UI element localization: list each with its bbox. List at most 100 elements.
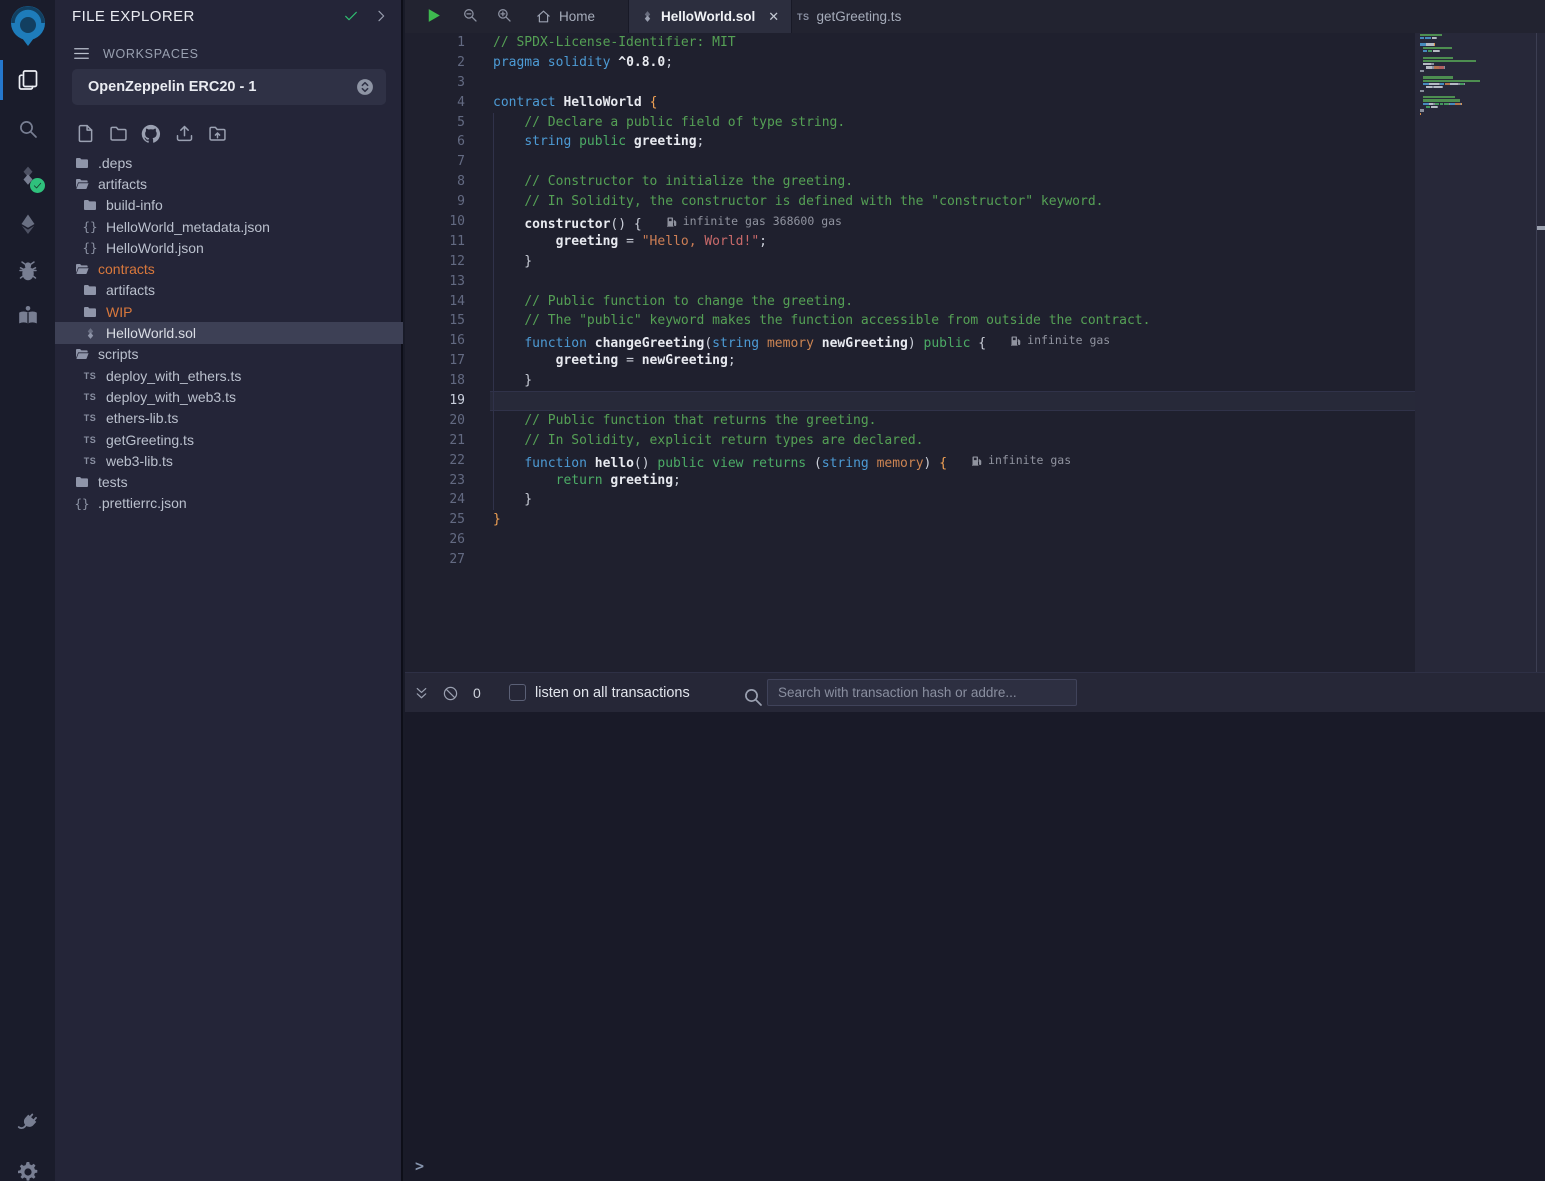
tree-item-.deps[interactable]: .deps xyxy=(55,152,403,173)
play-icon xyxy=(424,6,443,25)
code-line: } xyxy=(493,490,1413,510)
new-folder-button[interactable] xyxy=(105,122,131,145)
tree-item-build-info[interactable]: build-info xyxy=(55,195,403,216)
code-line xyxy=(493,391,1413,411)
folder-upload-icon xyxy=(207,123,228,144)
activity-item-file-explorer[interactable] xyxy=(0,58,55,102)
code-token: public xyxy=(924,336,971,351)
code-line: constructor() {infinite gas 368600 gas xyxy=(493,212,1413,232)
tree-item-ethers-lib.ts[interactable]: TSethers-lib.ts xyxy=(55,408,403,429)
editor-tab-bar: Home HelloWorld.sol✕TSgetGreeting.ts xyxy=(405,0,1545,33)
upload-folder-button[interactable] xyxy=(204,122,230,145)
workspaces-menu-icon[interactable] xyxy=(72,44,91,63)
activity-item-solidity-compiler[interactable] xyxy=(0,154,55,198)
tab-HelloWorld.sol[interactable]: HelloWorld.sol✕ xyxy=(628,0,792,33)
code-token xyxy=(493,313,524,328)
code-line: // SPDX-License-Identifier: MIT xyxy=(493,33,1413,53)
code-token: = xyxy=(618,353,641,368)
code-token xyxy=(493,433,524,448)
tab-getGreeting.ts[interactable]: TSgetGreeting.ts xyxy=(785,0,913,33)
workspace-select[interactable]: OpenZeppelin ERC20 - 1 xyxy=(72,69,386,105)
terminal-collapse-icon[interactable] xyxy=(413,685,430,702)
new-file-button[interactable] xyxy=(72,122,98,145)
tree-item-deploy_with_web3.ts[interactable]: TSdeploy_with_web3.ts xyxy=(55,386,403,407)
code-token xyxy=(493,336,524,351)
code-token: // Public function that returns the gree… xyxy=(524,413,876,428)
line-number: 14 xyxy=(405,292,465,312)
tree-item-contracts[interactable]: contracts xyxy=(55,258,403,279)
line-number: 27 xyxy=(405,550,465,570)
tree-item-getGreeting.ts[interactable]: TSgetGreeting.ts xyxy=(55,429,403,450)
code-token: "Hello, xyxy=(642,234,705,249)
code-token xyxy=(540,55,548,70)
activity-item-settings[interactable] xyxy=(0,1150,55,1181)
line-number: 24 xyxy=(405,490,465,510)
activity-item-solidity-unit-testing[interactable] xyxy=(0,294,55,338)
activity-item-deploy-and-run[interactable] xyxy=(0,202,55,246)
panel-collapse-chevron-icon[interactable] xyxy=(373,8,389,24)
line-number: 23 xyxy=(405,471,465,491)
run-script-button[interactable] xyxy=(424,6,443,25)
json-icon: {} xyxy=(72,496,92,511)
terminal-prompt[interactable]: > xyxy=(415,1157,424,1175)
solidity-file-icon xyxy=(641,10,654,23)
tree-item-.prettierrc.json[interactable]: {}.prettierrc.json xyxy=(55,493,403,514)
file-tree: .depsartifactsbuild-info{}HelloWorld_met… xyxy=(55,152,403,514)
tab-Home[interactable]: Home xyxy=(523,0,607,33)
zoom-in-button[interactable] xyxy=(495,6,513,24)
code-token: string xyxy=(822,456,869,471)
tree-item-label: tests xyxy=(98,474,128,490)
fuel-pump-icon xyxy=(971,455,983,467)
code-token: public xyxy=(579,134,626,149)
pending-tx-count: 0 xyxy=(473,685,481,701)
tree-item-tests[interactable]: tests xyxy=(55,471,403,492)
minimap[interactable] xyxy=(1420,33,1504,125)
workspace-sort-icon[interactable] xyxy=(355,77,375,97)
remix-logo-icon[interactable] xyxy=(4,2,51,49)
ts-icon: TS xyxy=(80,392,100,402)
scrollbar-track xyxy=(1536,33,1537,672)
line-number: 19 xyxy=(405,391,465,411)
folder-open-icon xyxy=(72,346,92,362)
gas-estimate-text: infinite gas xyxy=(1027,331,1110,351)
activity-item-plugin-manager[interactable] xyxy=(0,1101,55,1145)
line-number: 12 xyxy=(405,252,465,272)
clone-git-repository-button[interactable] xyxy=(138,122,164,145)
tab-close-icon[interactable]: ✕ xyxy=(768,9,779,25)
tree-item-artifacts[interactable]: artifacts xyxy=(55,173,403,194)
folder-open-icon xyxy=(72,261,92,277)
code-token: } xyxy=(493,373,532,388)
tree-item-HelloWorld.sol[interactable]: HelloWorld.sol xyxy=(55,322,403,343)
code-token: () xyxy=(634,456,657,471)
listen-transactions-checkbox[interactable] xyxy=(509,684,526,701)
terminal-clear-ban-icon[interactable] xyxy=(442,685,459,702)
code-token: { xyxy=(650,95,658,110)
tree-item-web3-lib.ts[interactable]: TSweb3-lib.ts xyxy=(55,450,403,471)
code-token xyxy=(493,456,524,471)
code-lines: // SPDX-License-Identifier: MITpragma so… xyxy=(493,33,1413,570)
panel-title: FILE EXPLORER xyxy=(72,8,195,25)
activity-item-debugger[interactable] xyxy=(0,249,55,293)
tree-item-HelloWorld_metadata.json[interactable]: {}HelloWorld_metadata.json xyxy=(55,216,403,237)
line-number: 26 xyxy=(405,530,465,550)
zoom-out-button[interactable] xyxy=(461,6,479,24)
code-token: hello xyxy=(595,456,634,471)
minimap-line xyxy=(1420,119,1504,122)
solidity-file-icon xyxy=(80,327,100,340)
scrollbar-thumb[interactable] xyxy=(1537,226,1545,230)
activity-item-search[interactable] xyxy=(0,107,55,151)
tree-item-artifacts[interactable]: artifacts xyxy=(55,280,403,301)
code-editor[interactable]: 1234567891011121314151617181920212223242… xyxy=(405,33,1545,672)
terminal-output-area[interactable]: > xyxy=(405,712,1545,1181)
code-token: () { xyxy=(610,217,641,232)
tree-item-deploy_with_ethers.ts[interactable]: TSdeploy_with_ethers.ts xyxy=(55,365,403,386)
tree-item-scripts[interactable]: scripts xyxy=(55,344,403,365)
upload-file-button[interactable] xyxy=(171,122,197,145)
line-number: 1 xyxy=(405,33,465,53)
tree-item-HelloWorld.json[interactable]: {}HelloWorld.json xyxy=(55,237,403,258)
code-line: pragma solidity ^0.8.0; xyxy=(493,53,1413,73)
transaction-search-input[interactable] xyxy=(767,679,1077,706)
tree-item-WIP[interactable]: WIP xyxy=(55,301,403,322)
tree-item-label: deploy_with_ethers.ts xyxy=(106,368,241,384)
code-token: { xyxy=(939,456,947,471)
